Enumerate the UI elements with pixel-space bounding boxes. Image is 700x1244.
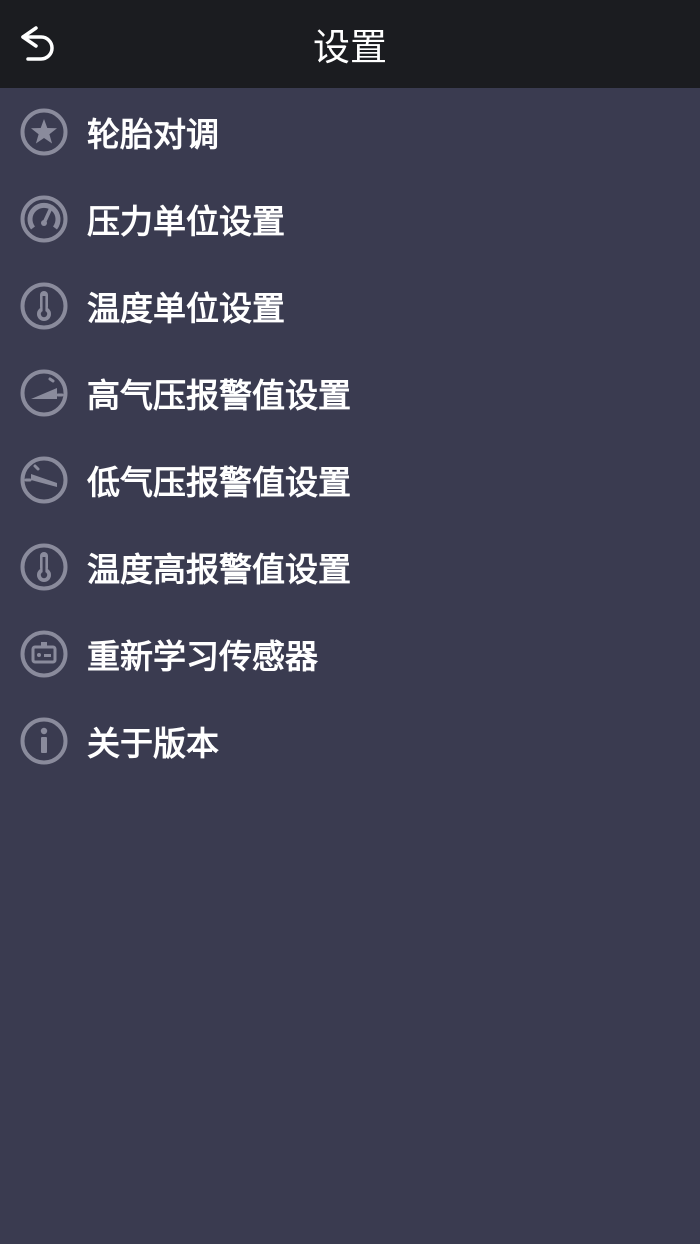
menu-item-label: 温度高报警值设置 [87,549,351,589]
star-icon [20,108,68,155]
menu-item-label: 轮胎对调 [87,114,219,154]
menu-item-label: 低气压报警值设置 [87,462,351,502]
sensor-icon [20,630,68,677]
gauge-icon [20,195,68,242]
settings-menu: 轮胎对调 压力单位设置 温度单位设置 高气压报警值设置 低气压报警值设置 温度高… [0,88,700,784]
menu-item-label: 关于版本 [87,723,219,763]
menu-item-tire-swap[interactable]: 轮胎对调 [0,88,700,175]
page-title: 设置 [313,26,387,69]
menu-item-pressure-unit[interactable]: 压力单位设置 [0,175,700,262]
menu-item-high-pressure-alarm[interactable]: 高气压报警值设置 [0,349,700,436]
menu-item-low-pressure-alarm[interactable]: 低气压报警值设置 [0,436,700,523]
settings-screen: 设置 轮胎对调 压力单位设置 温度单位设置 高气压报警值设置 低气压报警值设置 … [0,0,700,1244]
thermometer-icon [20,282,68,329]
menu-item-relearn-sensor[interactable]: 重新学习传感器 [0,610,700,697]
menu-item-label: 高气压报警值设置 [87,375,351,415]
header-bar: 设置 [0,0,700,88]
info-icon [20,717,68,764]
menu-item-about-version[interactable]: 关于版本 [0,697,700,784]
menu-item-label: 重新学习传感器 [87,636,318,676]
menu-item-label: 温度单位设置 [87,288,285,328]
menu-item-high-temperature-alarm[interactable]: 温度高报警值设置 [0,523,700,610]
high-pressure-gauge-icon [20,369,68,416]
thermometer-icon [20,543,68,590]
menu-item-label: 压力单位设置 [87,201,285,241]
menu-item-temperature-unit[interactable]: 温度单位设置 [0,262,700,349]
low-pressure-gauge-icon [20,456,68,503]
